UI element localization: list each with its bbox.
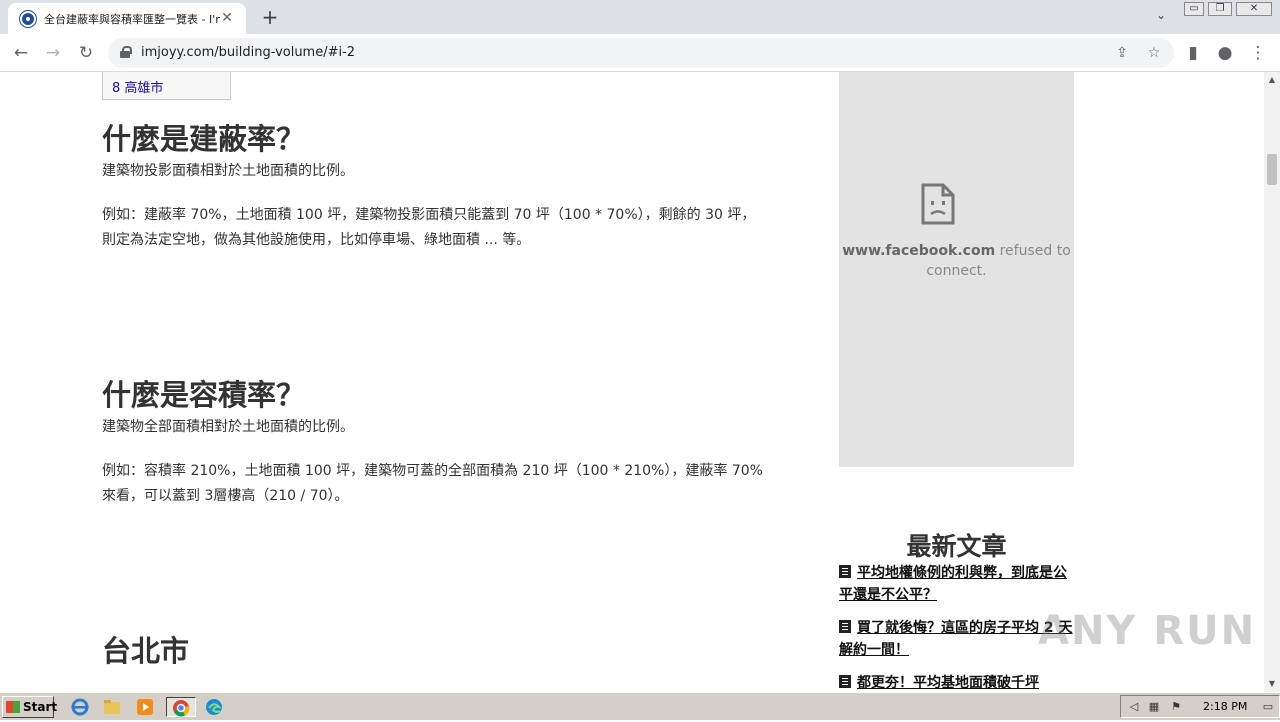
reload-icon[interactable]: ↻	[73, 40, 99, 66]
article-link[interactable]: 平均地權條例的利與弊，到底是公平還是不公平？	[839, 562, 1074, 606]
new-tab-button[interactable]: +	[258, 5, 282, 29]
tab-strip: 全台建蔽率與容積率匯整一覽表 - I'm ✕ + ⌄ ▭ ❐ ✕	[0, 0, 1280, 34]
system-clock: 2:18 PM	[1203, 700, 1248, 713]
close-window-button[interactable]: ✕	[1236, 2, 1272, 16]
table-of-contents: 8 高雄市	[102, 72, 231, 100]
article-link[interactable]: 都更夯！平均基地面積破千坪	[839, 672, 1074, 692]
start-button[interactable]: Start	[2, 696, 58, 718]
page-content: 8 高雄市 什麼是建蔽率？ 建築物投影面積相對於土地面積的比例。 例如：建蔽率 …	[0, 72, 1264, 692]
back-arrow-icon[interactable]: ←	[8, 40, 34, 66]
edge-icon[interactable]	[204, 697, 226, 717]
toc-link-kaohsiung[interactable]: 8 高雄市	[112, 77, 163, 96]
document-icon	[839, 565, 851, 578]
action-center-flag-icon[interactable]: ⚑	[1169, 700, 1183, 714]
scroll-down-icon[interactable]: ▼	[1264, 676, 1280, 692]
scroll-thumb[interactable]	[1267, 154, 1277, 185]
minimize-window-button[interactable]: ▭	[1184, 2, 1204, 16]
network-icon[interactable]: ▦	[1147, 700, 1161, 714]
floor-area-ratio-definition: 建築物全部面積相對於土地面積的比例。	[102, 419, 354, 435]
volume-icon[interactable]: ◁	[1127, 700, 1141, 714]
windows-logo-icon	[6, 701, 20, 713]
forward-arrow-icon[interactable]: →	[40, 40, 66, 66]
media-player-icon[interactable]	[135, 697, 157, 717]
tab-title: 全台建蔽率與容積率匯整一覽表 - I'm	[44, 13, 220, 26]
taipei-heading: 台北市	[102, 634, 190, 668]
start-label: Start	[23, 700, 58, 714]
floor-area-ratio-example-line1: 例如：容積率 210%，土地面積 100 坪，建築物可蓋的全部面積為 210 坪…	[102, 463, 763, 479]
embed-error-text: www.facebook.com refused to connect.	[839, 241, 1074, 281]
scroll-up-icon[interactable]: ▲	[1264, 72, 1280, 88]
floor-area-ratio-heading: 什麼是容積率？	[102, 378, 306, 412]
anyrun-watermark: ANY RUN	[1038, 608, 1257, 654]
side-panel-icon[interactable]: ▮	[1180, 40, 1206, 66]
share-icon[interactable]: ⇪	[1112, 43, 1132, 63]
document-icon	[839, 620, 851, 633]
lock-icon[interactable]	[120, 46, 132, 58]
document-icon	[839, 675, 851, 688]
browser-toolbar: ← → ↻ imjoyy.com/building-volume/#i-2 ⇪ …	[0, 34, 1280, 72]
windows-taskbar: Start ◁ ▦ ⚑ 2:18 PM ▭	[0, 692, 1280, 720]
tab-search-chevron-down-icon[interactable]: ⌄	[1152, 8, 1170, 26]
system-tray: ◁ ▦ ⚑ 2:18 PM ▭	[1120, 695, 1280, 718]
show-desktop-icon[interactable]: ▭	[1261, 700, 1275, 714]
restore-window-button[interactable]: ❐	[1208, 2, 1232, 16]
browser-tab[interactable]: 全台建蔽率與容積率匯整一覽表 - I'm ✕	[8, 3, 246, 34]
coverage-ratio-definition: 建築物投影面積相對於土地面積的比例。	[102, 163, 354, 179]
internet-explorer-icon[interactable]	[70, 697, 92, 717]
facebook-embed-frame: www.facebook.com refused to connect.	[839, 72, 1074, 467]
bookmark-star-icon[interactable]: ☆	[1144, 43, 1164, 63]
embed-domain: www.facebook.com	[842, 243, 996, 259]
coverage-ratio-example-line2: 則定為法定空地，做為其他設施使用，比如停車場、綠地面積 ... 等。	[102, 232, 531, 248]
profile-avatar-icon[interactable]: ●	[1212, 40, 1238, 66]
latest-articles-title: 最新文章	[906, 532, 1007, 561]
coverage-ratio-example-line1: 例如：建蔽率 70%，土地面積 100 坪，建築物投影面積只能蓋到 70 坪（1…	[102, 207, 756, 223]
chrome-icon[interactable]	[166, 697, 196, 717]
address-bar[interactable]: imjoyy.com/building-volume/#i-2 ⇪ ☆	[108, 38, 1174, 68]
broken-page-icon	[921, 183, 955, 225]
coverage-ratio-heading: 什麼是建蔽率？	[102, 122, 306, 156]
file-explorer-icon[interactable]	[102, 697, 124, 717]
floor-area-ratio-example-line2: 來看，可以蓋到 3層樓高（210 / 70）。	[102, 488, 349, 504]
menu-kebab-icon[interactable]: ⋮	[1245, 40, 1271, 66]
url-text[interactable]: imjoyy.com/building-volume/#i-2	[141, 45, 355, 60]
page-scrollbar[interactable]: ▲ ▼	[1264, 72, 1280, 692]
site-favicon-icon	[20, 11, 36, 27]
tab-close-icon[interactable]: ✕	[218, 9, 236, 27]
